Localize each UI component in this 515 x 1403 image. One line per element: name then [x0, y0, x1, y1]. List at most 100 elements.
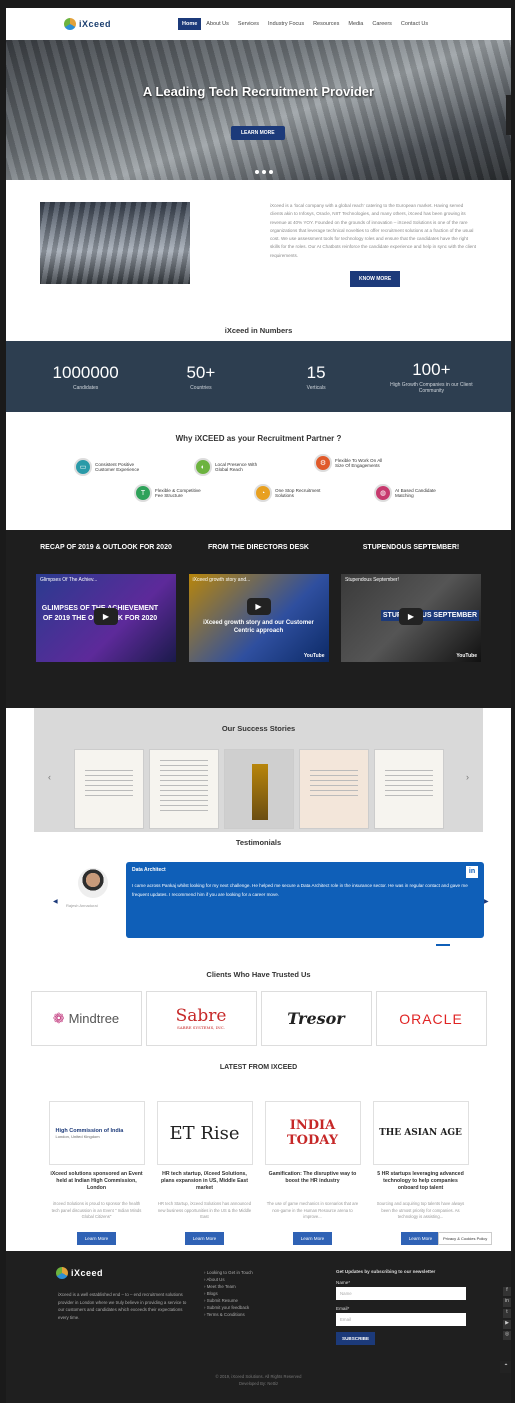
why-item: ◔ One Stop Recruitment Solutions: [254, 484, 325, 502]
learn-more-button[interactable]: Learn More: [76, 1232, 117, 1245]
linkedin-icon[interactable]: in: [503, 1298, 511, 1307]
video-player[interactable]: iXceed growth story and... ▶ iXceed grow…: [188, 574, 329, 662]
footer-link[interactable]: About Us: [204, 1276, 253, 1283]
know-more-button[interactable]: KNOW MORE: [350, 271, 401, 288]
why-item: ◐ Local Presence With Global Reach: [194, 458, 265, 476]
footer-link[interactable]: Looking to Get in Touch: [204, 1269, 253, 1276]
client-logos: ❁ Mindtree Sabre SABRE SYSTEMS, INC. Treso…: [6, 991, 511, 1046]
news-excerpt: iXceed Solutions is proud to sponsor the…: [51, 1201, 142, 1219]
name-input[interactable]: Name: [336, 1287, 466, 1300]
learn-more-button[interactable]: Learn More: [400, 1232, 441, 1245]
top-navbar: iXceed Home About Us Services Industry F…: [6, 8, 511, 40]
learn-more-button[interactable]: LEARN MORE: [231, 126, 285, 140]
stat-label: Candidates: [72, 384, 99, 391]
stat-label: High Growth Companies in our Client Comm…: [390, 381, 473, 394]
certificate-image[interactable]: [298, 749, 369, 829]
chevron-right-icon[interactable]: ›: [466, 772, 469, 782]
testimonials: Testimonials ◀ ▶ Rajesh Annadurai Data A…: [6, 832, 511, 968]
copyright: © 2019, iXceed Solutions. All Rights Res…: [6, 1373, 511, 1387]
recap-column: RECAP OF 2019 & OUTLOOK FOR 2020 Glimpse…: [36, 544, 176, 708]
email-input[interactable]: Email: [336, 1313, 466, 1326]
recap-heading: STUPENDOUS SEPTEMBER!: [362, 544, 460, 551]
success-carousel: [34, 749, 483, 829]
news-card: ET Rise HR tech startup, iXceed Solution…: [156, 1101, 253, 1269]
stat-countries: 50+ Countries: [151, 363, 251, 391]
arrow-left-icon[interactable]: ◀: [53, 898, 58, 905]
news-title: 5 HR startups leveraging advanced techno…: [377, 1171, 464, 1191]
youtube-icon[interactable]: ▶: [503, 1320, 511, 1329]
nav-services[interactable]: Services: [234, 18, 263, 30]
why-label: Local Presence With Global Reach: [215, 461, 258, 473]
nav-resources[interactable]: Resources: [309, 18, 343, 30]
play-icon[interactable]: ▶: [246, 598, 271, 615]
nav-media[interactable]: Media: [344, 18, 367, 30]
award-image[interactable]: [223, 749, 294, 829]
pager-indicator[interactable]: [436, 944, 450, 946]
news-card: High Commission of India London, United K…: [48, 1101, 145, 1269]
footer-link[interactable]: Meet the Team: [204, 1283, 253, 1290]
certificate-image[interactable]: [373, 749, 444, 829]
recap-heading: FROM THE DIRECTORS DESK: [208, 544, 309, 551]
news-logo: ET Rise: [156, 1101, 253, 1165]
nav-careers[interactable]: Careers: [368, 18, 396, 30]
why-label: Flexible & Competitive Fee Structure: [155, 487, 201, 499]
stat-verticals: 15 Verticals: [266, 363, 366, 391]
stat-value: 15: [306, 362, 326, 382]
gear-icon: ⚙: [314, 454, 332, 472]
footer-link[interactable]: Terms & Conditions: [204, 1311, 253, 1318]
slider-dot[interactable]: [255, 170, 259, 174]
news-excerpt: HR tech Startup, iXceed Solutions has an…: [157, 1201, 252, 1219]
arrow-right-icon[interactable]: ▶: [484, 898, 489, 905]
news-title: iXceed solutions sponsored an Event held…: [50, 1171, 143, 1191]
hero-side-tab[interactable]: [506, 95, 511, 135]
footer-link[interactable]: Submit your feedback: [204, 1304, 253, 1311]
chevron-left-icon[interactable]: ‹: [48, 772, 51, 782]
testimonial-card: Data Architect I came across Pankaj whil…: [126, 862, 484, 938]
developer-credit: Developed By: Nettiz: [238, 1381, 279, 1386]
testimonials-title: Testimonials: [235, 838, 282, 847]
brand-logo[interactable]: iXceed: [14, 18, 164, 30]
footer-link[interactable]: Submit Resume: [204, 1297, 253, 1304]
subscribe-button[interactable]: SUBSCRIBE: [336, 1332, 376, 1345]
slider-dot[interactable]: [262, 170, 266, 174]
news-card: INDIA TODAY Gamification: The disruptive…: [264, 1101, 361, 1269]
cookie-policy-button[interactable]: Privacy & Cookies Policy: [438, 1232, 493, 1245]
twitter-icon[interactable]: t: [503, 1309, 511, 1318]
linkedin-icon[interactable]: in: [466, 866, 478, 878]
back-to-top-button[interactable]: ⌃: [500, 1361, 511, 1373]
facebook-icon[interactable]: f: [503, 1287, 511, 1296]
nav-about[interactable]: About Us: [202, 18, 233, 30]
play-icon[interactable]: ▶: [94, 608, 118, 625]
instagram-icon[interactable]: ◎: [503, 1331, 511, 1340]
slider-dots: [255, 170, 273, 174]
recap-column: FROM THE DIRECTORS DESK iXceed growth st…: [188, 544, 329, 708]
recap-section: RECAP OF 2019 & OUTLOOK FOR 2020 Glimpse…: [6, 530, 511, 708]
why-label: AI Based Candidate Matching: [395, 487, 436, 499]
why-item: T Flexible & Competitive Fee Structure: [134, 484, 205, 502]
news-logo-text: THE ASIAN AGE: [379, 1128, 462, 1138]
nav-industry[interactable]: Industry Focus: [264, 18, 308, 30]
video-player[interactable]: Glimpses Of The Achiev... GLIMPSES OF TH…: [36, 574, 176, 662]
footer-links: Looking to Get in Touch About Us Meet th…: [204, 1269, 253, 1318]
logo-text: iXceed: [79, 19, 112, 29]
why-title: Why iXCEED as your Recruitment Partner ?: [175, 434, 342, 443]
video-player[interactable]: Stupendous September! STUPENDOUS SEPTEMB…: [341, 574, 481, 662]
news-logo-subtext: London, United Kingdom: [55, 1133, 100, 1139]
certificate-image[interactable]: [73, 749, 144, 829]
article-image[interactable]: [148, 749, 219, 829]
intro-text: iXceed is a 'local company with a global…: [270, 203, 477, 258]
nav-contact[interactable]: Contact Us: [397, 18, 432, 30]
nav-home[interactable]: Home: [178, 18, 202, 30]
clients-section: Clients Who Have Trusted Us ❁ Mindtree Sa…: [6, 968, 511, 1093]
learn-more-button[interactable]: Learn More: [184, 1232, 225, 1245]
learn-more-button[interactable]: Learn More: [292, 1232, 333, 1245]
main-nav: Home About Us Services Industry Focus Re…: [178, 18, 432, 30]
stat-label: Verticals: [306, 384, 326, 391]
slider-dot[interactable]: [269, 170, 273, 174]
why-label: Flexible To Work On All Size Of Engageme…: [335, 457, 383, 469]
footer-link[interactable]: Blogs: [204, 1290, 253, 1297]
play-icon[interactable]: ▶: [399, 608, 423, 625]
client-subname: SABRE SYSTEMS, INC.: [177, 1024, 225, 1030]
youtube-logo: YouTube: [303, 653, 325, 659]
footer-logo[interactable]: iXceed: [6, 1267, 156, 1279]
